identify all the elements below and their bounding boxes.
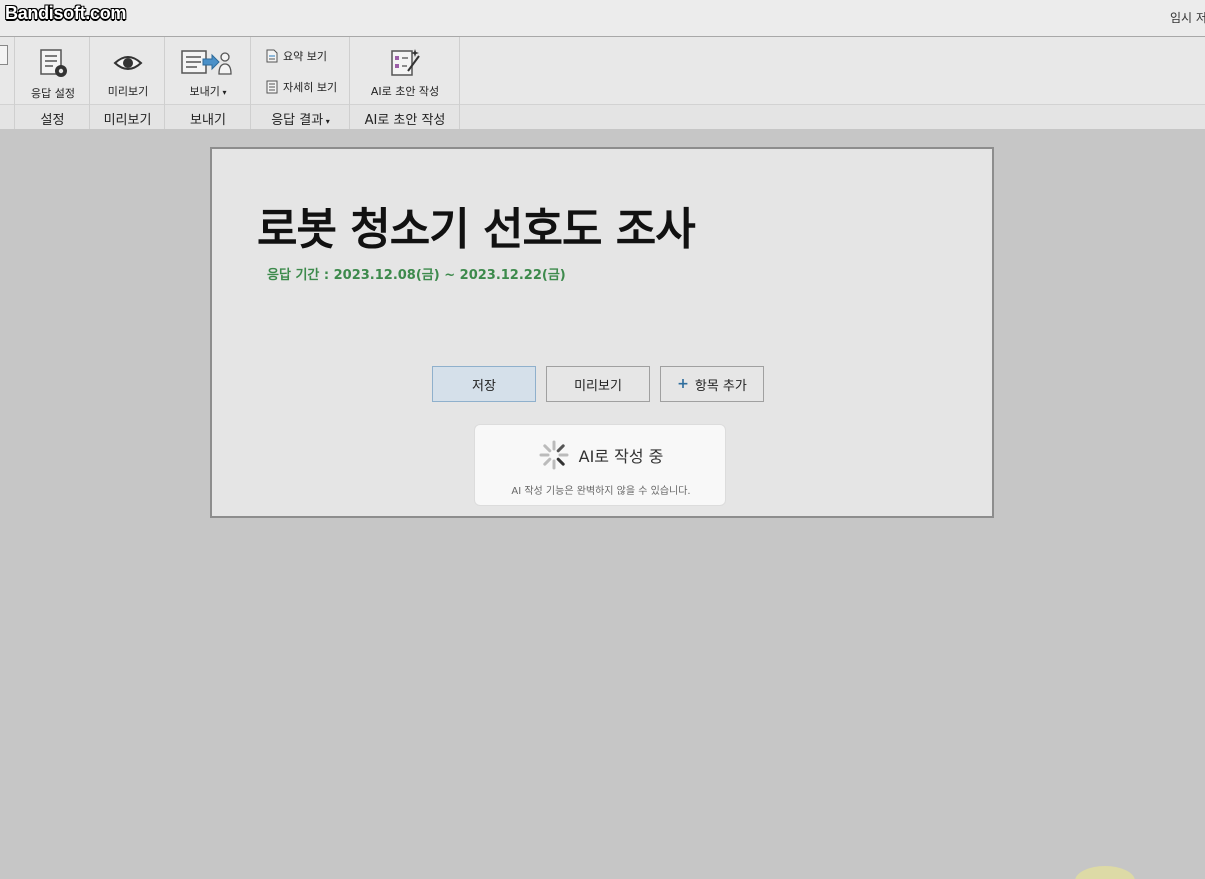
cursor-highlight: [1075, 866, 1135, 879]
response-period[interactable]: 응답 기간 : 2023.12.08(금) ~ 2023.12.22(금): [267, 264, 566, 283]
save-label: 저장: [472, 378, 496, 394]
ribbon-group-ai-draft: AI로 초안 작성 AI로 초안 작성: [350, 37, 460, 129]
group-label-preview: 미리보기: [103, 113, 152, 128]
send-dropdown-icon: ▾: [219, 88, 227, 97]
ribbon-group-settings: 응답 설정 설정: [15, 37, 90, 129]
loading-spinner-icon: [539, 440, 569, 470]
results-dropdown-icon: ▾: [323, 117, 330, 126]
eye-icon: [113, 56, 143, 70]
send-label: 보내기 ▾: [189, 85, 227, 98]
plus-icon: +: [677, 376, 689, 392]
preview-button[interactable]: 미리보기: [546, 366, 650, 402]
ribbon-preview-label: 미리보기: [107, 85, 149, 98]
preview-label: 미리보기: [574, 378, 622, 394]
add-item-button[interactable]: + 항목 추가: [660, 366, 764, 402]
response-settings-icon: [40, 49, 67, 77]
add-item-label: 항목 추가: [694, 378, 747, 394]
ribbon-preview-button[interactable]: 미리보기: [96, 49, 160, 99]
ribbon-toolbar: 응답 설정 설정 미리보기 미리보기 보내기 ▾ 보내기 요약 보기 자세히 보…: [0, 37, 1205, 129]
title-right-text: 임시 저: [1170, 11, 1205, 25]
ribbon-group-preview: 미리보기 미리보기: [90, 37, 165, 129]
ribbon-group-send: 보내기 ▾ 보내기: [165, 37, 251, 129]
send-icon: [181, 50, 232, 75]
ai-status-text: AI로 작성 중: [578, 447, 664, 466]
detail-view-label: 자세히 보기: [283, 81, 338, 94]
watermark: Bandisoft.com: [5, 3, 127, 23]
survey-card: 로봇 청소기 선호도 조사 응답 기간 : 2023.12.08(금) ~ 20…: [210, 147, 994, 518]
survey-title[interactable]: 로봇 청소기 선호도 조사: [257, 193, 696, 257]
title-bar: Bandisoft.com 임시 저: [0, 0, 1205, 37]
ai-disclaimer: AI 작성 기능은 완벽하지 않을 수 있습니다.: [511, 486, 691, 497]
group-label-response-results[interactable]: 응답 결과 ▾: [251, 109, 350, 128]
summary-doc-icon: [266, 49, 278, 63]
ai-draft-button[interactable]: AI로 초안 작성: [360, 47, 450, 99]
detail-doc-icon: [266, 80, 278, 94]
ai-draft-icon: [391, 49, 420, 76]
ai-writing-panel: AI로 작성 중 AI 작성 기능은 완벽하지 않을 수 있습니다.: [474, 424, 726, 506]
send-button[interactable]: 보내기 ▾: [173, 47, 243, 99]
ai-status-row: AI로 작성 중: [475, 440, 727, 470]
collapsed-control[interactable]: [0, 45, 8, 65]
save-button[interactable]: 저장: [432, 366, 536, 402]
response-settings-button[interactable]: 응답 설정: [21, 47, 85, 101]
summary-view-label: 요약 보기: [283, 50, 327, 63]
ribbon-group-response-results: 요약 보기 자세히 보기 응답 결과 ▾: [251, 37, 350, 129]
ribbon-group-previous: [0, 37, 15, 129]
group-label-send: 보내기: [190, 113, 226, 128]
ai-draft-label: AI로 초안 작성: [370, 85, 440, 98]
group-label-settings: 설정: [40, 113, 65, 128]
group-label-ai-draft: AI로 초안 작성: [364, 113, 446, 128]
response-settings-label: 응답 설정: [31, 87, 75, 100]
summary-view-button[interactable]: 요약 보기: [265, 48, 327, 64]
detail-view-button[interactable]: 자세히 보기: [265, 79, 337, 95]
